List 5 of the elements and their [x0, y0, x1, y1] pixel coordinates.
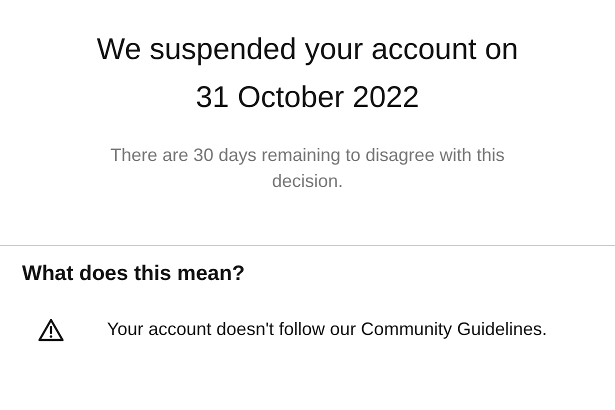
- remaining-days-text: There are 30 days remaining to disagree with this decision.: [109, 144, 506, 193]
- guideline-text: Your account doesn't follow our Community Guidelines.: [107, 318, 547, 341]
- section-heading: What does this mean?: [22, 261, 246, 287]
- page-title: We suspended your account on 31 October 2022: [96, 32, 520, 116]
- warning-icon: [38, 318, 64, 342]
